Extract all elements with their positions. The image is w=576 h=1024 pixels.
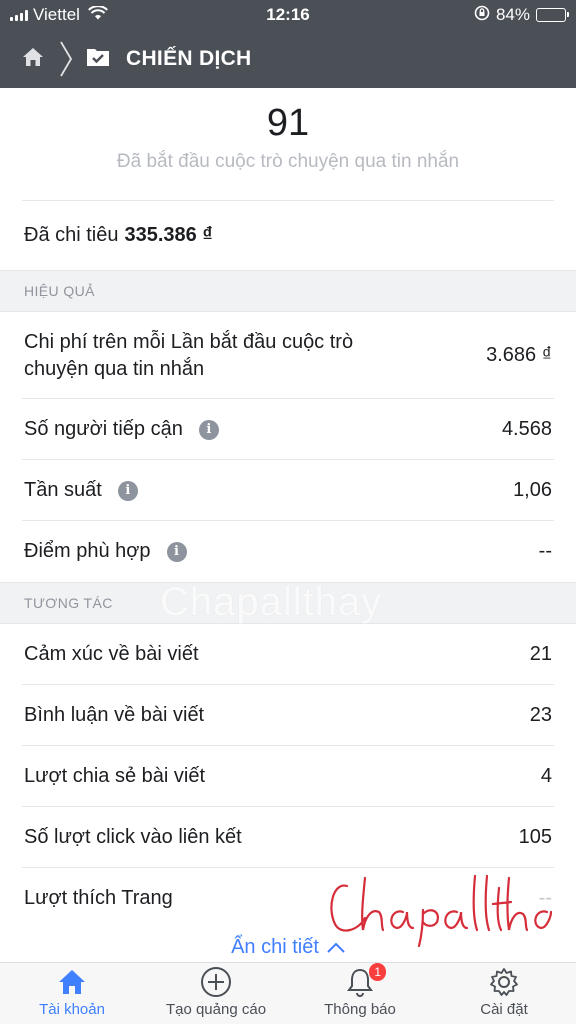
hide-details-label: Ẩn chi tiết [231,936,319,958]
bottom-tab-bar: Tài khoản Tạo quảng cáo 1 Thông báo Cài … [0,962,576,1024]
tab-account[interactable]: Tài khoản [0,963,144,1024]
bell-icon: 1 [346,963,386,999]
metric-label: Chi phí trên mỗi Lần bắt đầu cuộc trò ch… [24,330,354,380]
metric-value: 3.686 ₫ [486,344,552,366]
results-summary: 91 Đã bắt đầu cuộc trò chuyện qua tin nh… [0,88,576,200]
results-count: 91 [266,102,310,144]
hide-details-link[interactable]: Ẩn chi tiết [0,936,576,959]
metric-value: 21 [529,643,552,665]
results-caption: Đã bắt đầu cuộc trò chuyện qua tin nhắn [116,151,460,172]
tab-notifications[interactable]: 1 Thông báo [288,963,432,1024]
metric-value: -- [538,887,552,909]
metric-row-link-clicks: Số lượt click vào liên kết 105 [0,807,576,868]
metric-row-reach: Số người tiếp cận i 4.568 [0,399,576,460]
metric-label: Bình luận về bài viết [24,704,205,726]
metric-value: 1,06 [513,479,552,501]
metric-label: Lượt chia sẻ bài viết [24,765,206,787]
page-title: CHIẾN DỊCH [126,47,252,70]
metric-value: 4.568 [501,418,552,440]
amount-spent: Đã chi tiêu 335.386 ₫ [0,201,576,270]
metric-label: Lượt thích Trang [24,887,173,909]
tab-settings[interactable]: Cài đặt [432,963,576,1024]
metric-value: 23 [529,704,552,726]
status-bar: Viettel 12:16 84% [0,0,576,30]
wifi-icon [88,5,108,25]
efficiency-list: Chi phí trên mỗi Lần bắt đầu cuộc trò ch… [0,312,576,582]
battery-percent: 84% [495,5,530,24]
metric-label: Số lượt click vào liên kết [24,826,242,848]
metric-value: 105 [518,826,552,848]
engagement-list: Cảm xúc về bài viết 21 Bình luận về bài … [0,624,576,929]
metric-label: Số người tiếp cận [24,418,183,440]
metric-row-post-shares: Lượt chia sẻ bài viết 4 [0,746,576,807]
plus-circle-icon [200,965,232,999]
section-heading-engagement: TƯƠNG TÁC [0,582,576,624]
metric-row-post-reactions: Cảm xúc về bài viết 21 [0,624,576,685]
tab-label: Thông báo [324,1001,396,1018]
home-icon[interactable] [22,47,44,72]
metric-label: Tần suất [24,479,102,501]
metric-label: Cảm xúc về bài viết [24,643,199,665]
campaign-folder-icon [86,47,110,72]
info-icon[interactable]: i [166,541,187,562]
signal-icon [10,9,28,21]
info-icon[interactable]: i [117,480,138,501]
metric-row-frequency: Tần suất i 1,06 [0,460,576,521]
carrier-name: Viettel [33,5,80,24]
notification-badge: 1 [369,963,386,981]
section-heading-efficiency: HIỆU QUẢ [0,270,576,312]
metric-value: -- [538,540,552,562]
metric-row-cost-per-conversation: Chi phí trên mỗi Lần bắt đầu cuộc trò ch… [0,312,576,399]
amount-spent-label: Đã chi tiêu [24,224,119,246]
metric-row-page-likes: Lượt thích Trang -- [0,868,576,929]
tab-label: Tạo quảng cáo [165,1001,267,1018]
metric-row-post-comments: Bình luận về bài viết 23 [0,685,576,746]
tab-label: Cài đặt [480,1001,528,1018]
gear-icon [489,965,519,999]
chevron-up-icon [327,936,345,959]
battery-icon [536,8,569,22]
metric-row-relevance-score: Điểm phù hợp i -- [0,521,576,582]
orientation-lock-icon [474,5,490,26]
info-icon[interactable]: i [198,419,219,440]
header-bar: CHIẾN DỊCH [0,30,576,88]
home-icon [57,965,87,999]
metric-label: Điểm phù hợp [24,540,151,562]
tab-label: Tài khoản [39,1001,105,1018]
chevron-right-icon [60,41,72,77]
tab-create-ad[interactable]: Tạo quảng cáo [144,963,288,1024]
amount-spent-value: 335.386 ₫ [124,224,213,246]
metric-value: 4 [540,765,552,787]
